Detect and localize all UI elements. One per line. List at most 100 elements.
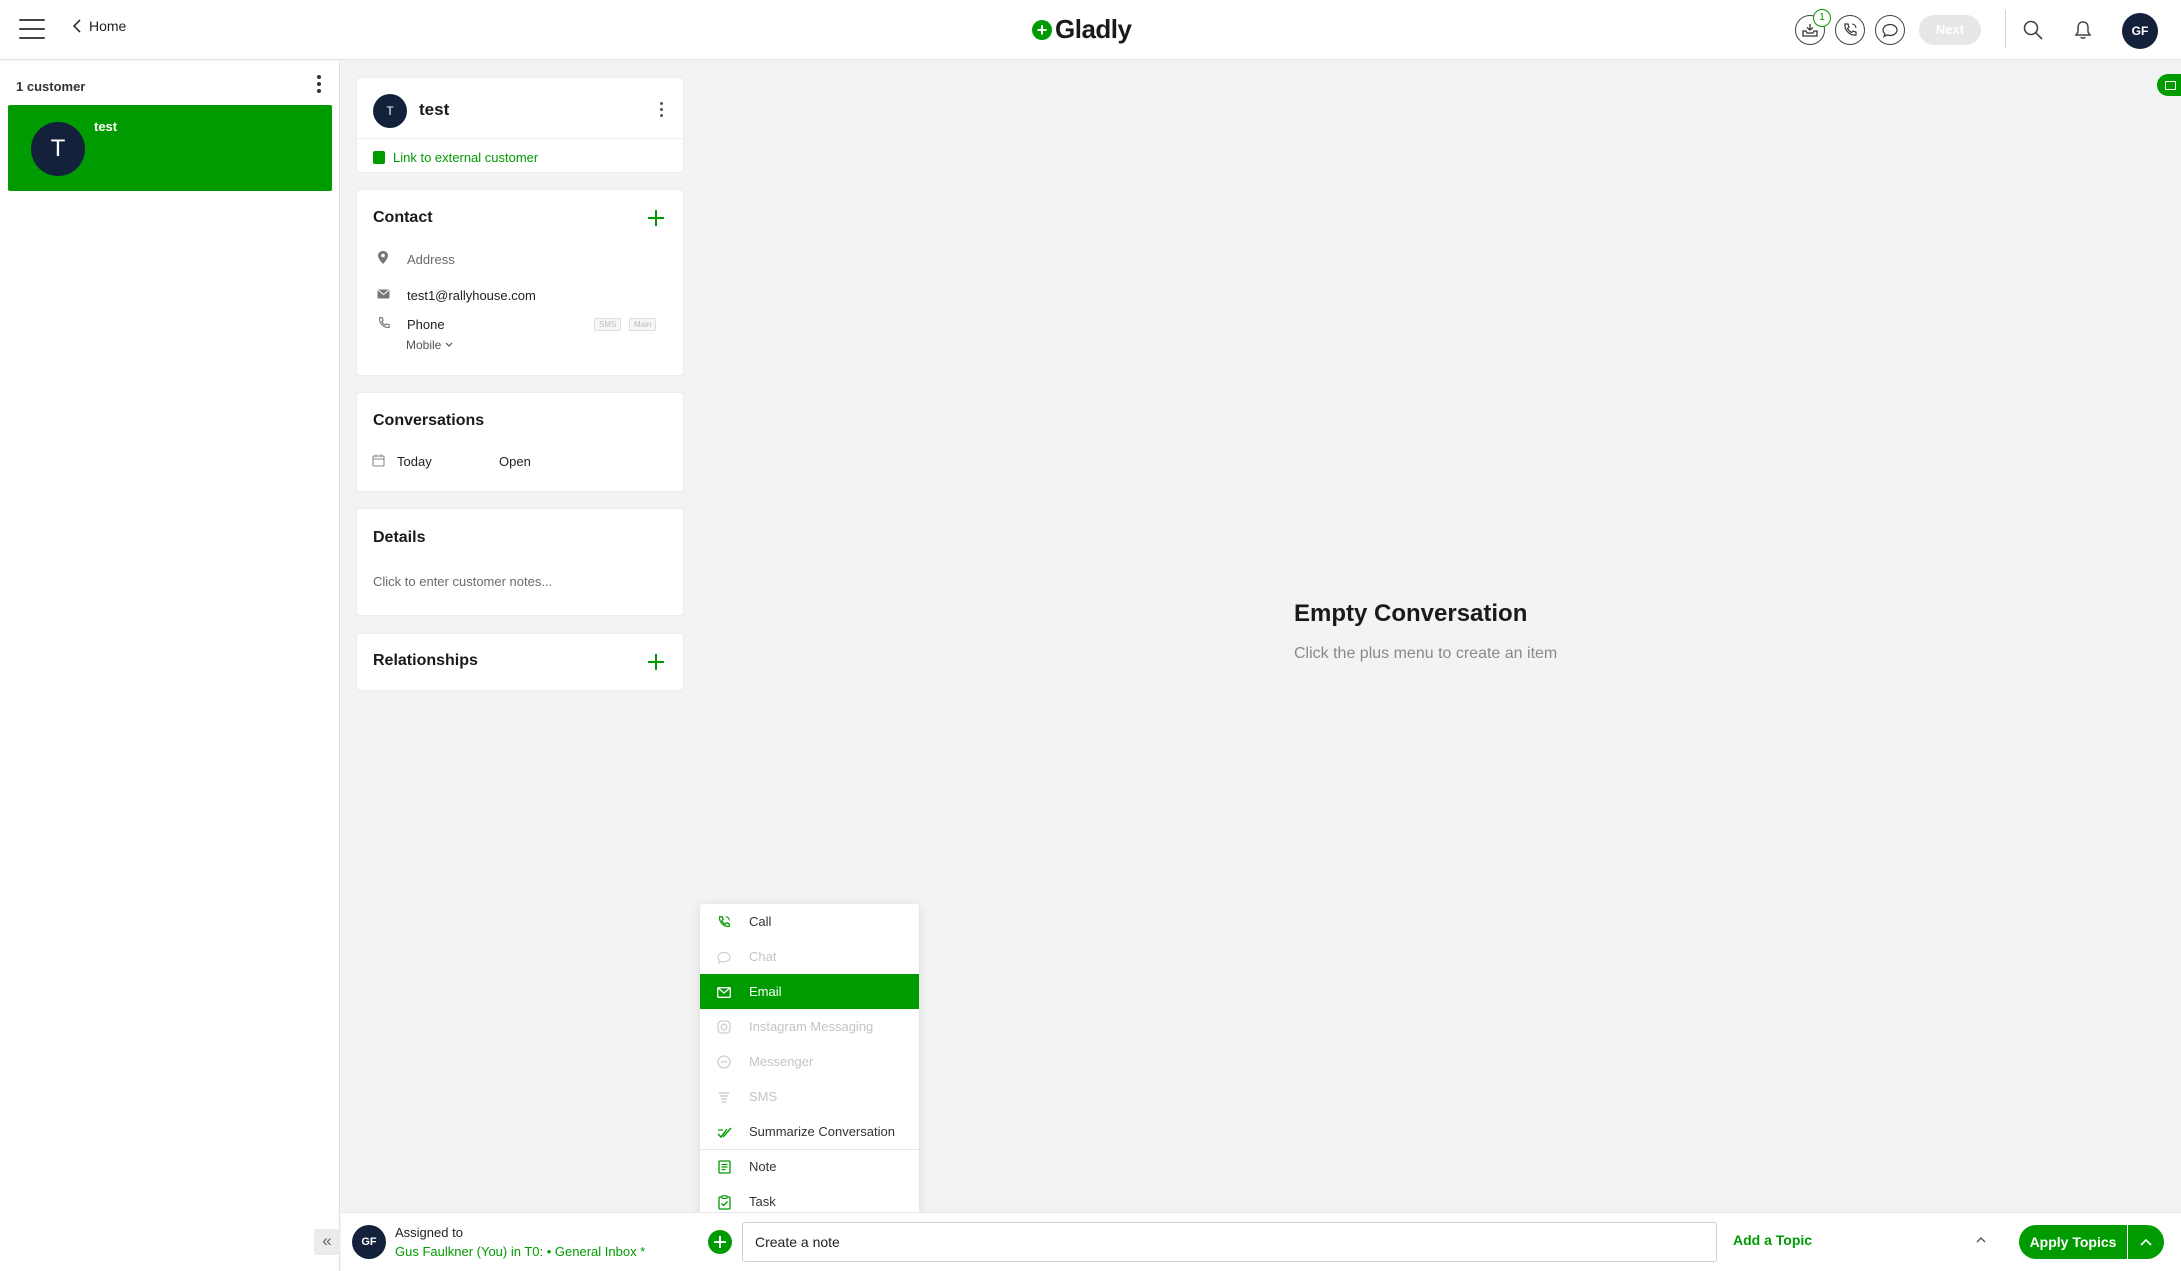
- add-topic-link[interactable]: Add a Topic: [1733, 1232, 1812, 1248]
- profile-name[interactable]: test: [419, 100, 449, 120]
- phone-icon: [716, 914, 732, 930]
- empty-conversation-subtitle: Click the plus menu to create an item: [1294, 645, 1558, 662]
- assignee-avatar: GF: [352, 1225, 386, 1259]
- customer-count: 1 customer: [16, 79, 86, 94]
- search-icon: [2023, 20, 2043, 40]
- menu-item-sms[interactable]: SMS: [700, 1079, 919, 1114]
- main-tag: Main: [629, 318, 657, 331]
- menu-item-summarize[interactable]: Summarize Conversation: [700, 1114, 919, 1149]
- assignee-selector[interactable]: Gus Faulkner (You) in T0: • General Inbo…: [395, 1244, 645, 1259]
- inbox-button[interactable]: 1: [1795, 9, 1831, 45]
- calendar-icon: [372, 454, 385, 467]
- apply-topics-button[interactable]: Apply Topics: [2019, 1225, 2127, 1259]
- menu-item-note[interactable]: Note: [700, 1149, 919, 1184]
- customer-avatar: T: [31, 122, 85, 176]
- customer-notes-field[interactable]: Click to enter customer notes...: [373, 574, 552, 589]
- location-pin-icon: [377, 250, 389, 265]
- phone-icon: [377, 316, 391, 330]
- menu-item-call[interactable]: Call: [700, 904, 919, 939]
- composer-input[interactable]: [742, 1222, 1717, 1262]
- assigned-to-label: Assigned to: [395, 1225, 463, 1240]
- menu-item-label: Messenger: [749, 1054, 814, 1069]
- add-contact-plus-icon[interactable]: [645, 207, 667, 229]
- menu-item-label: Summarize Conversation: [749, 1124, 895, 1139]
- top-divider: [2005, 10, 2006, 48]
- profile-avatar: T: [373, 94, 407, 128]
- conversation-status: Open: [499, 454, 531, 469]
- chevron-left-icon: [72, 19, 81, 33]
- customer-list-item[interactable]: T test: [8, 105, 332, 191]
- next-button[interactable]: Next: [1919, 15, 1981, 45]
- conversations-card: Conversations Today Open: [356, 392, 684, 492]
- phone-icon: [1844, 23, 1857, 36]
- profile-options-icon[interactable]: [657, 102, 665, 122]
- relationships-card: Relationships: [356, 633, 684, 691]
- phone-field[interactable]: Phone: [407, 317, 445, 332]
- sms-tag: SMS: [594, 318, 622, 331]
- search-button[interactable]: [2020, 17, 2046, 43]
- notifications-button[interactable]: [2070, 17, 2096, 43]
- link-external-customer-row: Link to external customer: [357, 138, 683, 176]
- customer-name: test: [94, 119, 118, 134]
- email-field[interactable]: test1@rallyhouse.com: [407, 288, 536, 303]
- relationships-title: Relationships: [373, 652, 478, 669]
- instagram-icon: [716, 1019, 732, 1035]
- menu-item-label: Note: [749, 1159, 777, 1174]
- menu-item-instagram[interactable]: Instagram Messaging: [700, 1009, 919, 1044]
- create-item-plus-button[interactable]: [708, 1230, 732, 1254]
- address-field[interactable]: Address: [407, 252, 455, 267]
- conversation-date: Today: [397, 454, 432, 469]
- chevron-up-icon[interactable]: [1973, 1232, 1989, 1248]
- details-card: Details Click to enter customer notes...: [356, 508, 684, 616]
- task-icon: [716, 1194, 732, 1210]
- envelope-icon: [377, 289, 390, 299]
- sms-icon: [716, 1089, 732, 1105]
- menu-icon[interactable]: [19, 19, 45, 41]
- customer-profile-card: T test Link to external customer: [356, 77, 684, 173]
- empty-conversation-title: Empty Conversation: [1294, 600, 1528, 627]
- conversations-title: Conversations: [373, 412, 485, 429]
- home-label: Home: [89, 18, 127, 34]
- menu-item-chat[interactable]: Chat: [700, 939, 919, 974]
- details-title: Details: [373, 529, 426, 546]
- phone-type-label: Mobile: [406, 338, 442, 352]
- contact-card-icon: [373, 151, 385, 164]
- chevron-down-icon: [445, 342, 453, 347]
- phone-type-select[interactable]: Mobile: [406, 338, 453, 352]
- contact-title: Contact: [373, 209, 433, 226]
- menu-item-messenger[interactable]: Messenger: [700, 1044, 919, 1079]
- menu-item-label: Chat: [749, 949, 777, 964]
- logo-text: Gladly: [1055, 14, 1132, 44]
- menu-item-label: Task: [749, 1194, 776, 1209]
- collapse-sidebar-button[interactable]: «: [314, 1229, 340, 1255]
- panel-icon: [2165, 81, 2176, 90]
- chat-bubble-icon: [1882, 23, 1898, 38]
- customer-list-options-icon[interactable]: [312, 75, 326, 97]
- create-item-menu: Call Chat Email Instagram Messaging Mess…: [700, 904, 919, 1219]
- voice-status-button[interactable]: [1835, 15, 1865, 45]
- summarize-icon: [716, 1124, 732, 1140]
- menu-item-label: SMS: [749, 1089, 778, 1104]
- messenger-icon: [716, 1054, 732, 1070]
- logo-plus-icon: +: [1032, 19, 1052, 40]
- link-external-customer-link[interactable]: Link to external customer: [393, 150, 538, 165]
- user-avatar[interactable]: GF: [2122, 13, 2158, 49]
- chat-icon: [716, 949, 732, 965]
- envelope-icon: [716, 984, 732, 1000]
- bell-icon: [2074, 21, 2092, 39]
- home-back-link[interactable]: Home: [72, 18, 126, 34]
- menu-item-label: Email: [749, 984, 782, 999]
- apply-topics-options-button[interactable]: [2128, 1225, 2164, 1259]
- menu-item-email[interactable]: Email: [700, 974, 919, 1009]
- top-bar: Home + Gladly 1 Next GF: [0, 0, 2181, 60]
- add-relationship-plus-icon[interactable]: [645, 651, 667, 673]
- gladly-logo: + Gladly: [1032, 14, 1132, 45]
- note-icon: [716, 1159, 732, 1175]
- messaging-status-button[interactable]: [1875, 15, 1905, 45]
- side-panel-toggle[interactable]: [2157, 74, 2181, 96]
- chevron-up-icon: [2140, 1238, 2152, 1246]
- contact-card: Contact Address test1@rallyhouse.com Pho…: [356, 189, 684, 376]
- menu-item-label: Call: [749, 914, 772, 929]
- menu-item-label: Instagram Messaging: [749, 1019, 874, 1034]
- inbox-count-badge: 1: [1813, 9, 1831, 27]
